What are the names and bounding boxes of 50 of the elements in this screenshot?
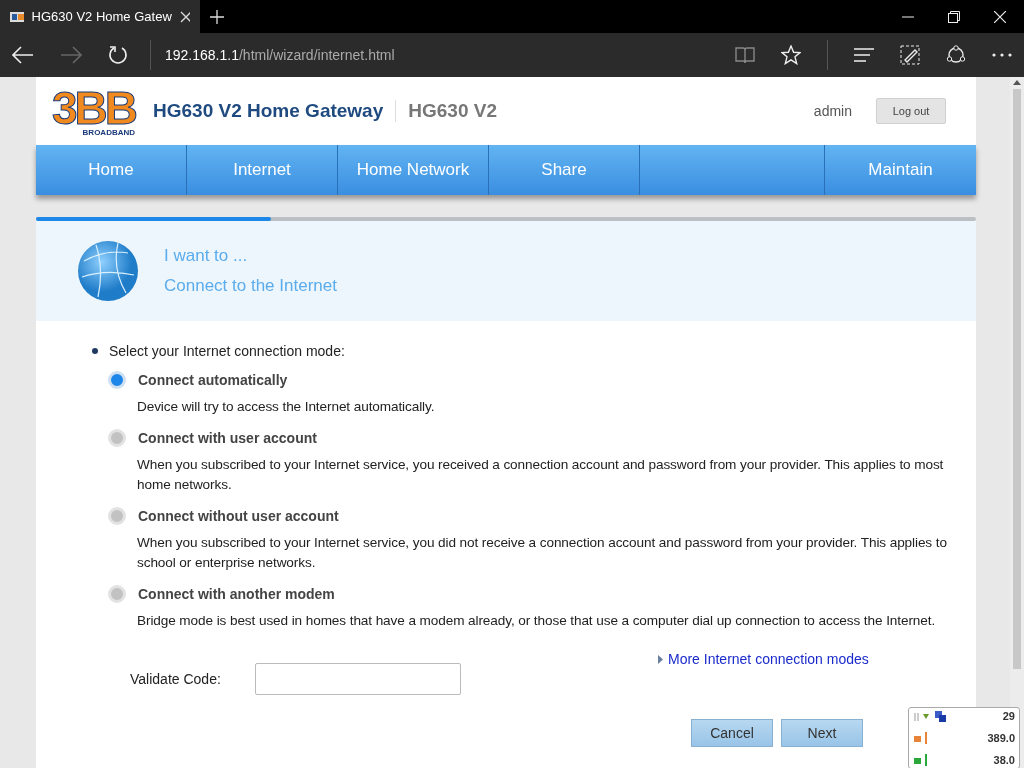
- option-label: Connect without user account: [138, 508, 339, 524]
- book-icon[interactable]: [735, 46, 755, 64]
- new-tab-icon[interactable]: [210, 9, 224, 24]
- radio-button[interactable]: [108, 507, 126, 525]
- close-icon[interactable]: [994, 10, 1006, 23]
- prompt-text: Select your Internet connection mode:: [109, 343, 345, 359]
- username: admin: [813, 103, 852, 119]
- browser-tab[interactable]: HG630 V2 Home Gatew: [0, 0, 200, 33]
- share-icon[interactable]: [946, 45, 966, 65]
- pen-icon[interactable]: [900, 45, 920, 65]
- restore-icon[interactable]: [948, 10, 960, 23]
- option-label: Connect with another modem: [138, 586, 335, 602]
- option-description: When you subscribed to your Internet service, you received a connection account and password from your provider. This applies to most home networks.: [137, 456, 945, 494]
- menu-icon[interactable]: [854, 48, 874, 62]
- option-description: When you subscribed to your Internet service, you did not receive a connection account and password from your provider. This applies to school or enterprise networks.: [137, 534, 948, 572]
- minimize-icon[interactable]: [902, 15, 914, 18]
- computers-icon: [935, 710, 946, 722]
- model-name: HG630 V2: [407, 100, 497, 122]
- validate-label: Validate Code:: [130, 671, 221, 687]
- favicon-icon: [10, 11, 24, 22]
- connection-count: 29: [1002, 710, 1015, 722]
- option-label: Connect with user account: [138, 430, 317, 446]
- close-icon[interactable]: [179, 10, 190, 23]
- next-button[interactable]: Next: [781, 719, 863, 747]
- network-arrows-icon: [913, 711, 931, 721]
- star-icon[interactable]: [781, 45, 801, 65]
- wizard-heading: I want to ...: [164, 246, 249, 266]
- cancel-button[interactable]: Cancel: [691, 719, 773, 747]
- option-description: Bridge mode is best used in homes that have a modem already, or those that use a computer dial up connection to access the Internet.: [137, 612, 937, 630]
- radio-button[interactable]: [108, 371, 126, 389]
- product-title: HG630 V2 Home Gateway: [153, 100, 397, 122]
- bullet-icon: [92, 348, 98, 354]
- globe-icon: [76, 239, 140, 303]
- wizard-subheading: Connect to the Internet: [164, 276, 337, 296]
- forward-icon[interactable]: [60, 46, 82, 64]
- more-icon[interactable]: [992, 53, 1012, 57]
- back-icon[interactable]: [12, 46, 34, 64]
- refresh-icon[interactable]: [108, 45, 128, 65]
- more-modes-link[interactable]: More Internet connection modes: [668, 651, 869, 667]
- upload-rate: 389.0: [987, 732, 1015, 744]
- scroll-up-icon[interactable]: [1013, 80, 1021, 85]
- scroll-thumb[interactable]: [1013, 89, 1021, 669]
- radio-button[interactable]: [108, 585, 126, 603]
- logout-button[interactable]: Log out: [876, 98, 946, 124]
- validate-code-field[interactable]: [254, 663, 461, 695]
- triangle-icon: [658, 654, 663, 664]
- option-description: Device will try to access the Internet automatically.: [137, 398, 436, 416]
- download-rate: 38.0: [993, 754, 1015, 766]
- option-label: Connect automatically: [138, 372, 288, 388]
- radio-button[interactable]: [108, 429, 126, 447]
